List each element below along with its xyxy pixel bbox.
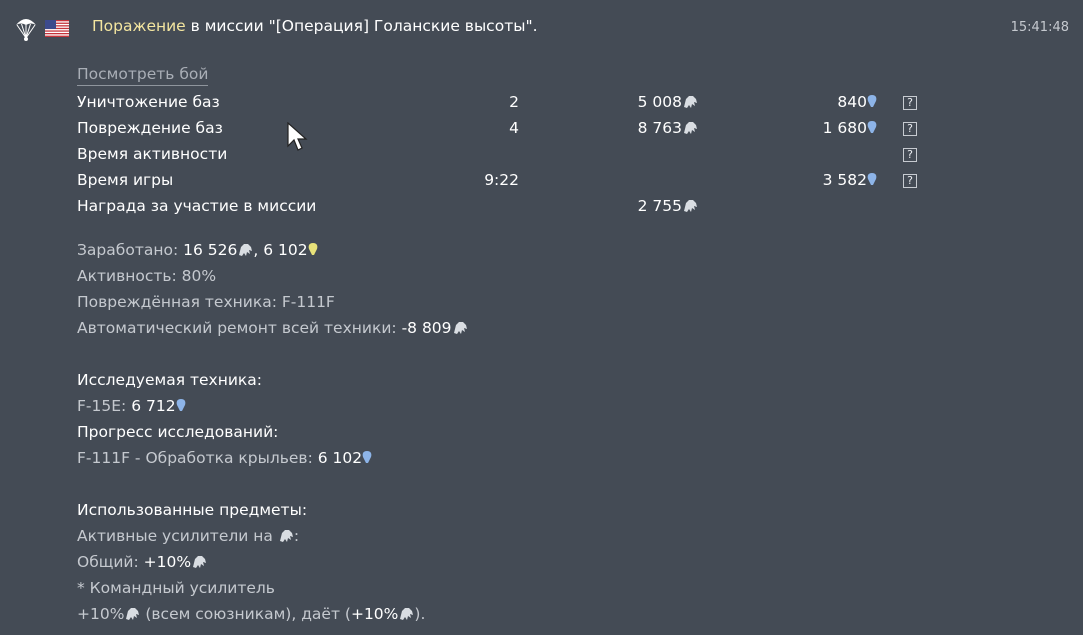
row-research: 3 582 <box>823 171 877 191</box>
researched-vehicle-line: F-15E: 6 712 <box>77 397 186 417</box>
row-silver: 8 763 <box>638 119 698 139</box>
row-research-value: 1 680 <box>822 119 867 137</box>
activity-line: Активность: 80% <box>77 267 217 285</box>
help-button[interactable]: ? <box>903 96 917 110</box>
progress-header: Прогресс исследований: <box>77 423 279 441</box>
mission-result-title: Поражение в миссии "[Операция] Голанские… <box>92 17 538 35</box>
research-bulb-icon <box>867 94 877 113</box>
items-header: Использованные предметы: <box>77 501 308 519</box>
mission-text: в миссии "[Операция] Голанские высоты". <box>185 17 538 35</box>
row-count: 4 <box>509 119 519 137</box>
silver-lion-icon <box>682 94 698 113</box>
command-booster-line: * Командный усилитель <box>77 579 275 597</box>
repair-line: Автоматический ремонт всей техники: -8 8… <box>77 319 468 339</box>
repair-label: Автоматический ремонт всей техники: <box>77 319 402 337</box>
help-button[interactable]: ? <box>903 174 917 188</box>
damaged-label: Повреждённая техника: <box>77 293 282 311</box>
mouse-cursor-icon <box>287 122 308 151</box>
row-silver-value: 5 008 <box>637 93 682 111</box>
general-value: +10% <box>143 553 192 571</box>
table-row-label: Повреждение баз <box>77 119 223 137</box>
row-research: 1 680 <box>823 119 877 139</box>
vehicle-value: 6 712 <box>131 397 176 415</box>
view-fight-link[interactable]: Посмотреть бой <box>77 65 209 86</box>
command-mid: (всем союзникам), даёт ( <box>140 605 351 623</box>
earned-label: Заработано: <box>77 241 184 259</box>
table-row-label: Время игры <box>77 171 174 189</box>
silver-lion-icon <box>452 320 468 339</box>
table-row-label: Награда за участие в миссии <box>77 197 317 215</box>
research-bulb-icon <box>867 172 877 191</box>
silver-lion-icon <box>124 606 140 625</box>
row-silver: 5 008 <box>638 93 698 113</box>
row-silver-value: 8 763 <box>637 119 682 137</box>
command-booster-detail: +10% (всем союзникам), даёт (+10%). <box>77 605 425 625</box>
earned-separator: , <box>253 241 264 259</box>
row-count: 2 <box>509 93 519 111</box>
help-button[interactable]: ? <box>903 148 917 162</box>
row-research-value: 840 <box>837 93 867 111</box>
us-flag-icon <box>45 20 69 37</box>
general-label: Общий: <box>77 553 144 571</box>
researched-header: Исследуемая техника: <box>77 371 262 389</box>
result-word: Поражение <box>92 17 186 35</box>
silver-lion-icon <box>682 198 698 217</box>
table-row-label: Уничтожение баз <box>77 93 220 111</box>
earned-research: 6 102 <box>263 241 308 259</box>
table-row-label: Время активности <box>77 145 228 163</box>
damaged-value: F-111F <box>281 293 335 311</box>
silver-lion-icon <box>682 120 698 139</box>
parachute-icon <box>16 19 36 41</box>
command-end: ). <box>414 605 426 623</box>
row-research: 840 <box>837 93 877 113</box>
progress-line: F-111F - Обработка крыльев: 6 102 <box>77 449 372 469</box>
row-silver-value: 2 755 <box>637 197 682 215</box>
progress-label: F-111F - Обработка крыльев: <box>77 449 318 467</box>
timestamp: 15:41:48 <box>1010 20 1069 35</box>
gold-bulb-icon <box>308 242 318 261</box>
earned-silver: 16 526 <box>183 241 238 259</box>
row-silver: 2 755 <box>638 197 698 217</box>
command-value-2: +10% <box>350 605 399 623</box>
row-count: 9:22 <box>484 171 519 189</box>
earned-line: Заработано: 16 526, 6 102 <box>77 241 318 261</box>
damaged-vehicle-line: Повреждённая техника: F-111F <box>77 293 335 311</box>
active-boosters-label: Активные усилители на <box>77 527 278 545</box>
general-booster-line: Общий: +10% <box>77 553 207 573</box>
repair-value: -8 809 <box>401 319 452 337</box>
silver-lion-icon <box>398 606 414 625</box>
progress-value: 6 102 <box>317 449 363 467</box>
research-bulb-icon <box>176 398 186 417</box>
row-research-value: 3 582 <box>822 171 867 189</box>
active-boosters-line: Активные усилители на : <box>77 527 299 547</box>
research-bulb-icon <box>362 450 372 469</box>
command-value: +10% <box>77 605 125 623</box>
silver-lion-icon <box>278 528 294 547</box>
research-bulb-icon <box>867 120 877 139</box>
silver-lion-icon <box>191 554 207 573</box>
silver-lion-icon <box>237 242 253 261</box>
help-button[interactable]: ? <box>903 122 917 136</box>
active-boosters-end: : <box>293 527 300 545</box>
vehicle-label: F-15E: <box>77 397 132 415</box>
